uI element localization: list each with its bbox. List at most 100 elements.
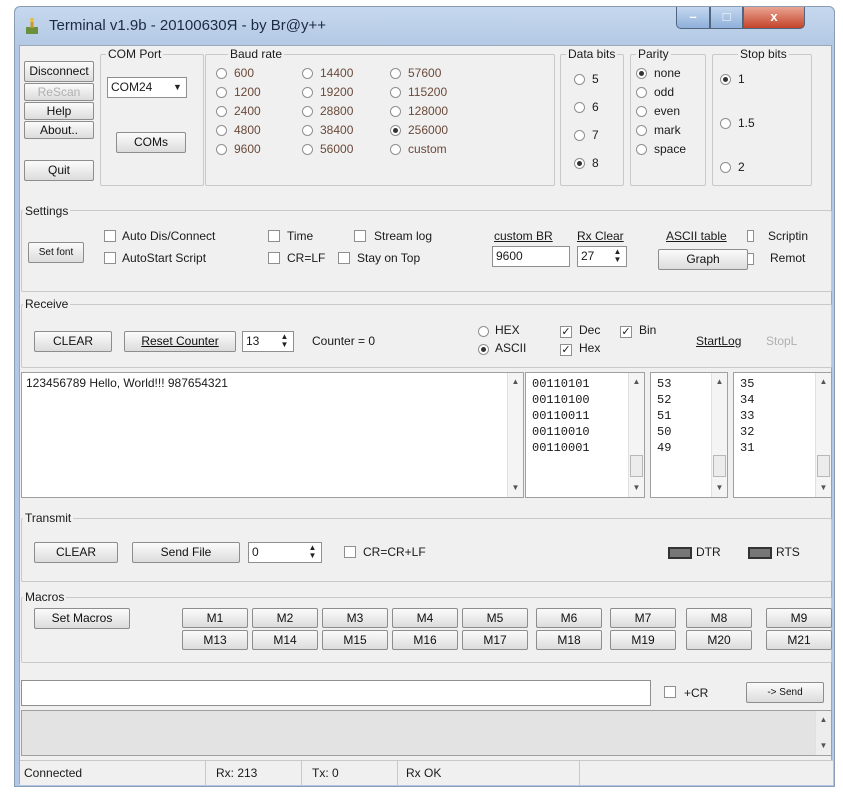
quit-button[interactable]: Quit [24,160,94,181]
rescan-button[interactable]: ReScan [24,83,94,101]
macro-button-m20[interactable]: M20 [686,630,752,650]
ascii-table-link[interactable]: ASCII table [666,229,727,243]
data-bits-radio-5[interactable] [574,74,585,85]
hex-checkbox[interactable]: ✓ [560,344,572,356]
stop-bits-radio-1.5[interactable] [720,118,731,129]
macro-button-m6[interactable]: M6 [536,608,602,628]
hex-scrollbar[interactable]: ▲ ▼ [815,373,831,497]
baud-radio-19200[interactable] [302,87,313,98]
ascii-radio-label: ASCII [495,341,527,355]
graph-button[interactable]: Graph [658,249,748,270]
baud-radio-128000[interactable] [390,106,401,117]
parity-radio-odd[interactable] [636,87,647,98]
set-font-button[interactable]: Set font [28,242,84,263]
auto-dis-connect-checkbox[interactable] [104,230,116,242]
coms-button[interactable]: COMs [116,132,186,153]
baud-radio-600[interactable] [216,68,227,79]
dec-checkbox[interactable]: ✓ [560,326,572,338]
stop-bits-radio-1[interactable] [720,74,731,85]
macro-button-m14[interactable]: M14 [252,630,318,650]
reset-counter-button[interactable]: Reset Counter [124,331,236,352]
baud-radio-28800[interactable] [302,106,313,117]
macro-button-m15[interactable]: M15 [322,630,388,650]
autostart-script-checkbox[interactable] [104,252,116,264]
macro-button-m3[interactable]: M3 [322,608,388,628]
macro-button-m2[interactable]: M2 [252,608,318,628]
close-button[interactable]: x [743,7,805,29]
baud-radio-256000[interactable] [390,125,401,136]
receive-scrollbar[interactable]: ▲ ▼ [507,373,523,497]
baud-radio-2400[interactable] [216,106,227,117]
remote-checkbox[interactable] [747,253,754,265]
data-bits-radio-7[interactable] [574,130,585,141]
rx-clear-spinner[interactable]: 27 ▲ ▼ [577,246,627,267]
baud-radio-14400[interactable] [302,68,313,79]
macro-button-m5[interactable]: M5 [462,608,528,628]
macro-button-m9[interactable]: M9 [766,608,832,628]
decimal-panel[interactable]: 53 52 51 50 49 ▲ ▼ [650,372,728,498]
stream-log-checkbox[interactable] [354,230,366,242]
startlog-button[interactable]: StartLog [696,334,741,348]
about-button[interactable]: About.. [24,121,94,139]
stay-on-top-checkbox[interactable] [338,252,350,264]
baud-radio-custom[interactable] [390,144,401,155]
help-button[interactable]: Help [24,102,94,120]
decimal-scrollbar[interactable]: ▲ ▼ [711,373,727,497]
baud-radio-57600[interactable] [390,68,401,79]
baud-radio-1200[interactable] [216,87,227,98]
hex-panel[interactable]: 35 34 33 32 31 ▲ ▼ [733,372,832,498]
receive-text-panel[interactable]: 123456789 Hello, World!!! 987654321 ▲ ▼ [21,372,524,498]
data-bits-radio-8[interactable] [574,158,585,169]
rts-indicator[interactable] [748,547,772,559]
counter-spinner[interactable]: 13 ▲ ▼ [242,331,294,352]
macro-button-m1[interactable]: M1 [182,608,248,628]
stop-bits-radio-2[interactable] [720,162,731,173]
output-scrollbar[interactable]: ▲ ▼ [815,711,831,755]
macro-button-m4[interactable]: M4 [392,608,458,628]
maximize-button[interactable]: □ [710,7,743,29]
macro-button-m19[interactable]: M19 [610,630,676,650]
macro-button-m21[interactable]: M21 [766,630,832,650]
macro-button-m13[interactable]: M13 [182,630,248,650]
baud-radio-115200[interactable] [390,87,401,98]
macro-button-m17[interactable]: M17 [462,630,528,650]
baud-radio-38400[interactable] [302,125,313,136]
output-log-area[interactable]: ▲ ▼ [21,710,832,756]
com-port-select[interactable]: COM24 ▼ [107,77,187,98]
bin-checkbox[interactable]: ✓ [620,326,632,338]
stoplog-button[interactable]: StopL [766,334,797,348]
time-checkbox[interactable] [268,230,280,242]
plus-cr-checkbox[interactable] [664,686,676,698]
receive-clear-button[interactable]: CLEAR [34,331,112,352]
cr-cr-lf-checkbox[interactable] [344,546,356,558]
baud-radio-56000[interactable] [302,144,313,155]
dtr-indicator[interactable] [668,547,692,559]
parity-radio-none[interactable] [636,68,647,79]
baud-radio-9600[interactable] [216,144,227,155]
binary-panel[interactable]: 00110101 00110100 00110011 00110010 00110001… [525,372,645,498]
parity-radio-mark[interactable] [636,125,647,136]
send-input[interactable] [21,680,651,706]
macro-button-m18[interactable]: M18 [536,630,602,650]
hex-radio[interactable] [478,326,489,337]
send-button[interactable]: -> Send [746,682,824,703]
macro-button-m7[interactable]: M7 [610,608,676,628]
binary-scrollbar[interactable]: ▲ ▼ [628,373,644,497]
status-tx-count: Tx: 0 [302,761,398,785]
parity-radio-even[interactable] [636,106,647,117]
data-bits-radio-6[interactable] [574,102,585,113]
scripting-checkbox[interactable] [747,230,754,242]
ascii-radio[interactable] [478,344,489,355]
parity-radio-space[interactable] [636,144,647,155]
transmit-spinner[interactable]: 0 ▲ ▼ [248,542,322,563]
send-file-button[interactable]: Send File [132,542,240,563]
macro-button-m8[interactable]: M8 [686,608,752,628]
disconnect-button[interactable]: Disconnect [24,61,94,82]
set-macros-button[interactable]: Set Macros [34,608,130,629]
custom-br-input[interactable]: 9600 [492,246,570,267]
cr-lf-checkbox[interactable] [268,252,280,264]
baud-radio-4800[interactable] [216,125,227,136]
minimize-button[interactable]: – [676,7,710,29]
macro-button-m16[interactable]: M16 [392,630,458,650]
transmit-clear-button[interactable]: CLEAR [34,542,118,563]
